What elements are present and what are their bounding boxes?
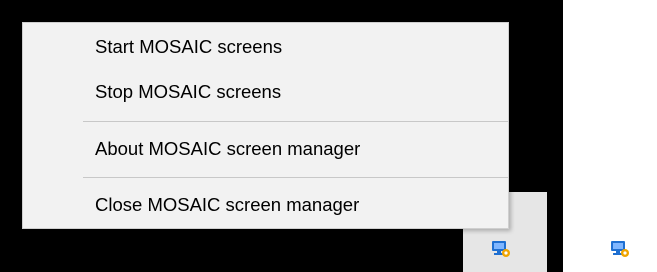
tray-icon-mosaic[interactable] <box>490 238 512 260</box>
menu-item-label: Close MOSAIC screen manager <box>95 194 360 215</box>
menu-separator <box>83 121 508 122</box>
menu-item-label: Stop MOSAIC screens <box>95 81 282 102</box>
monitor-gear-icon <box>611 241 629 257</box>
menu-item-stop-screens[interactable]: Stop MOSAIC screens <box>23 70 508 114</box>
monitor-gear-icon <box>492 241 510 257</box>
menu-separator <box>83 177 508 178</box>
menu-item-close[interactable]: Close MOSAIC screen manager <box>23 183 508 227</box>
menu-item-about[interactable]: About MOSAIC screen manager <box>23 127 508 171</box>
tray-context-menu: Start MOSAIC screens Stop MOSAIC screens… <box>22 22 509 229</box>
tray-icon-mosaic-secondary[interactable] <box>609 238 631 260</box>
menu-item-label: About MOSAIC screen manager <box>95 138 361 159</box>
menu-item-start-screens[interactable]: Start MOSAIC screens <box>23 25 508 69</box>
menu-item-label: Start MOSAIC screens <box>95 36 283 57</box>
